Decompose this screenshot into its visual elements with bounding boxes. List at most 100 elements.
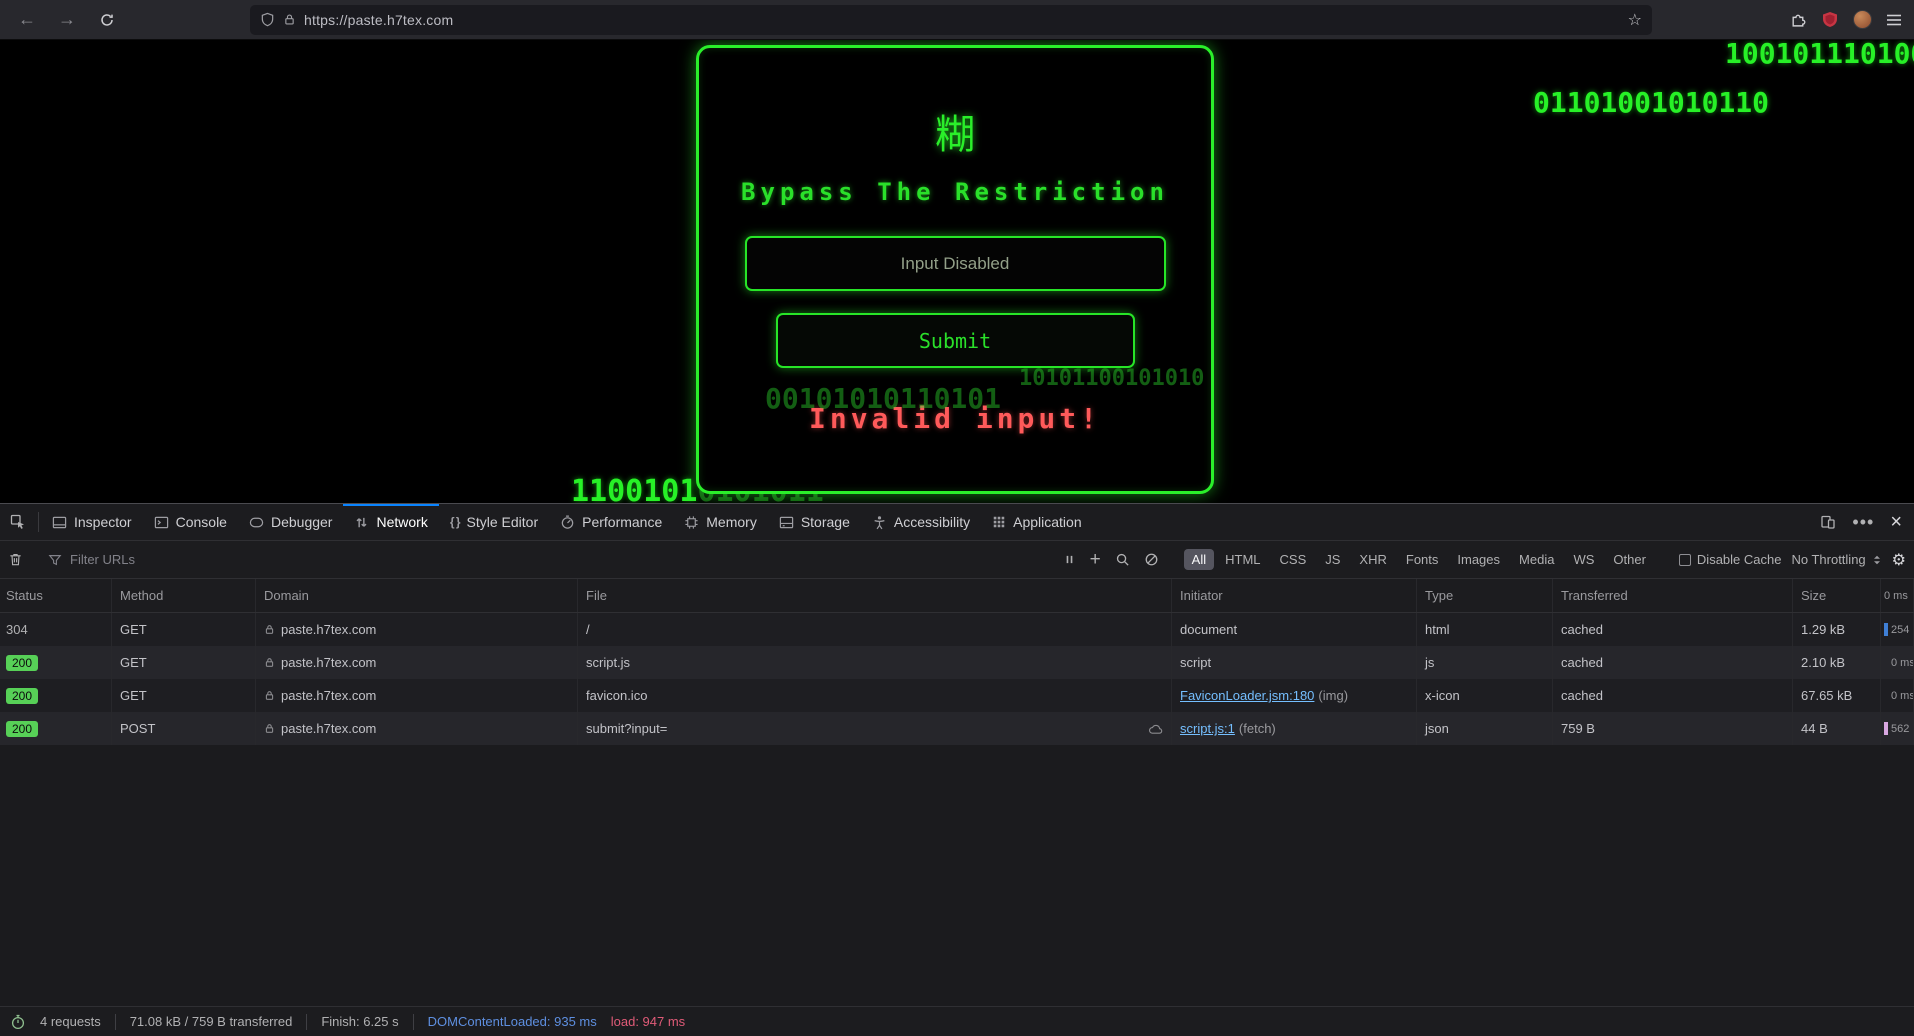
throttling-select[interactable]: No Throttling bbox=[1791, 552, 1881, 567]
initiator-link[interactable]: script.js:1 bbox=[1180, 721, 1235, 736]
tab-application[interactable]: Application bbox=[981, 504, 1093, 540]
close-icon[interactable]: × bbox=[1890, 512, 1902, 532]
time-cell: 0 ms bbox=[1891, 690, 1914, 702]
lock-icon bbox=[264, 723, 275, 734]
request-payload-icon bbox=[1148, 723, 1163, 735]
extensions-icon[interactable] bbox=[1790, 11, 1807, 28]
status-badge: 200 bbox=[6, 721, 38, 737]
search-icon[interactable] bbox=[1115, 552, 1130, 567]
filter-chip-ws[interactable]: WS bbox=[1565, 549, 1602, 570]
pause-icon[interactable] bbox=[1063, 553, 1076, 566]
pick-element-icon[interactable] bbox=[0, 504, 36, 540]
separator bbox=[413, 1014, 414, 1030]
add-request-icon[interactable]: + bbox=[1090, 550, 1101, 569]
application-icon bbox=[992, 515, 1006, 529]
initiator-suffix: (img) bbox=[1318, 688, 1348, 703]
filter-chip-js[interactable]: JS bbox=[1317, 549, 1348, 570]
filter-chip-media[interactable]: Media bbox=[1511, 549, 1562, 570]
network-table-header: Status Method Domain File Initiator Type… bbox=[0, 579, 1914, 613]
disable-cache-checkbox[interactable]: Disable Cache bbox=[1679, 552, 1782, 567]
browser-toolbar: ← → https://paste.h7tex.com ☆ bbox=[0, 0, 1914, 40]
initiator-cell: document bbox=[1180, 622, 1237, 637]
column-header-method[interactable]: Method bbox=[112, 579, 256, 612]
size-cell: 67.65 kB bbox=[1793, 679, 1881, 712]
filter-chip-html[interactable]: HTML bbox=[1217, 549, 1268, 570]
size-cell: 2.10 kB bbox=[1793, 646, 1881, 679]
block-icon[interactable] bbox=[1144, 552, 1159, 567]
network-summary-bar: 4 requests 71.08 kB / 759 B transferred … bbox=[0, 1006, 1914, 1036]
type-cell: js bbox=[1417, 646, 1553, 679]
clear-requests-icon[interactable] bbox=[8, 552, 23, 567]
filter-chip-xhr[interactable]: XHR bbox=[1351, 549, 1394, 570]
bookmark-star-icon[interactable]: ☆ bbox=[1628, 10, 1642, 30]
responsive-mode-icon[interactable] bbox=[1820, 514, 1836, 530]
ublock-shield-icon[interactable] bbox=[1821, 11, 1839, 29]
column-header-initiator[interactable]: Initiator bbox=[1172, 579, 1417, 612]
column-header-file[interactable]: File bbox=[578, 579, 1172, 612]
method-cell: GET bbox=[112, 613, 256, 646]
challenge-input[interactable] bbox=[745, 236, 1166, 291]
filter-chip-all[interactable]: All bbox=[1184, 549, 1214, 570]
method-cell: POST bbox=[112, 712, 256, 745]
memory-icon bbox=[684, 515, 699, 530]
size-cell: 1.29 kB bbox=[1793, 613, 1881, 646]
column-header-domain[interactable]: Domain bbox=[256, 579, 578, 612]
forward-icon[interactable]: → bbox=[52, 5, 82, 35]
devtools-menu-icon[interactable]: ••• bbox=[1852, 512, 1874, 533]
initiator-link[interactable]: FaviconLoader.jsm:180 bbox=[1180, 688, 1314, 703]
filter-chip-fonts[interactable]: Fonts bbox=[1398, 549, 1447, 570]
reload-icon[interactable] bbox=[92, 5, 122, 35]
back-icon[interactable]: ← bbox=[12, 5, 42, 35]
tab-memory[interactable]: Memory bbox=[673, 504, 768, 540]
tab-network[interactable]: Network bbox=[343, 504, 438, 540]
domain-cell: paste.h7tex.com bbox=[281, 622, 376, 637]
column-header-size[interactable]: Size bbox=[1793, 579, 1881, 612]
network-icon bbox=[354, 515, 369, 530]
filter-chip-css[interactable]: CSS bbox=[1272, 549, 1315, 570]
column-header-transferred[interactable]: Transferred bbox=[1553, 579, 1793, 612]
logo-character: 糊 bbox=[935, 102, 975, 160]
time-cell: 0 ms bbox=[1891, 657, 1914, 669]
tab-debugger[interactable]: Debugger bbox=[238, 504, 344, 540]
debugger-icon bbox=[249, 515, 264, 530]
tab-style-editor[interactable]: { } Style Editor bbox=[439, 504, 549, 540]
lock-icon bbox=[264, 690, 275, 701]
method-cell: GET bbox=[112, 679, 256, 712]
inspector-icon bbox=[52, 515, 67, 530]
load-time: load: 947 ms bbox=[611, 1014, 685, 1029]
url-text: https://paste.h7tex.com bbox=[304, 12, 1620, 28]
filter-urls-input[interactable]: Filter URLs bbox=[48, 552, 1053, 567]
column-header-status[interactable]: Status bbox=[0, 579, 112, 612]
table-row[interactable]: 200 POST paste.h7tex.com submit?input= s… bbox=[0, 712, 1914, 745]
waterfall-bar bbox=[1884, 623, 1888, 636]
domain-cell: paste.h7tex.com bbox=[281, 655, 376, 670]
gear-icon[interactable]: ⚙ bbox=[1892, 550, 1906, 570]
separator bbox=[38, 512, 39, 532]
binary-decoration: 00101010110101 bbox=[765, 382, 1001, 415]
performance-analysis-icon[interactable] bbox=[10, 1014, 26, 1030]
filter-chip-images[interactable]: Images bbox=[1449, 549, 1508, 570]
table-row[interactable]: 304 GET paste.h7tex.com / document html … bbox=[0, 613, 1914, 646]
filter-chip-other[interactable]: Other bbox=[1605, 549, 1654, 570]
transferred-cell: 759 B bbox=[1553, 712, 1793, 745]
menu-icon[interactable] bbox=[1886, 13, 1902, 27]
profile-avatar[interactable] bbox=[1853, 10, 1872, 29]
table-row[interactable]: 200 GET paste.h7tex.com favicon.ico Favi… bbox=[0, 679, 1914, 712]
tracking-shield-icon[interactable] bbox=[260, 12, 275, 27]
column-header-type[interactable]: Type bbox=[1417, 579, 1553, 612]
network-toolbar: Filter URLs + All HTML CSS JS XHR Fonts bbox=[0, 541, 1914, 579]
time-cell: 562 ms bbox=[1891, 723, 1914, 735]
request-filter-chips: All HTML CSS JS XHR Fonts Images Media W… bbox=[1184, 549, 1654, 570]
lock-icon[interactable] bbox=[283, 13, 296, 26]
tab-console[interactable]: Console bbox=[143, 504, 238, 540]
tab-inspector[interactable]: Inspector bbox=[41, 504, 143, 540]
submit-button[interactable]: Submit bbox=[776, 313, 1135, 368]
status-badge: 200 bbox=[6, 688, 38, 704]
tab-storage[interactable]: Storage bbox=[768, 504, 861, 540]
tab-performance[interactable]: Performance bbox=[549, 504, 673, 540]
time-cell: 254 ms bbox=[1891, 624, 1914, 636]
table-row[interactable]: 200 GET paste.h7tex.com script.js script… bbox=[0, 646, 1914, 679]
tab-accessibility[interactable]: Accessibility bbox=[861, 504, 981, 540]
separator bbox=[115, 1014, 116, 1030]
url-bar[interactable]: https://paste.h7tex.com ☆ bbox=[250, 5, 1652, 35]
